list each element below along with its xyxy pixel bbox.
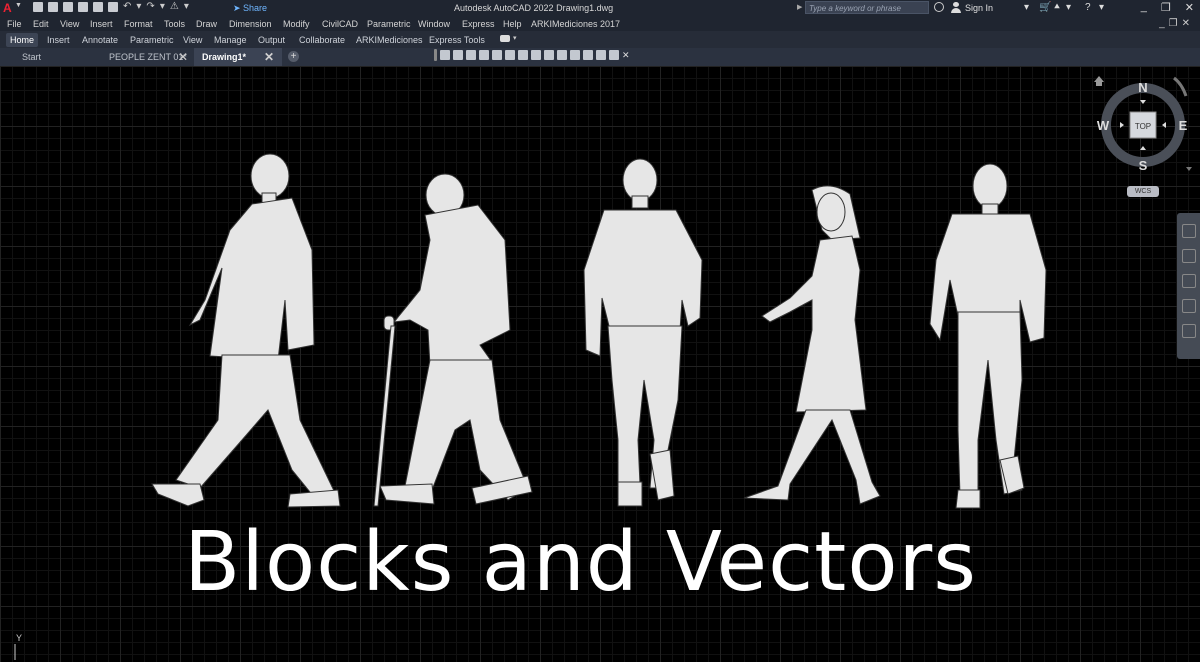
walking-woman-figure[interactable]	[743, 185, 881, 505]
man-in-suit-figure[interactable]	[929, 163, 1047, 509]
home-icon[interactable]	[1094, 76, 1104, 86]
compass-west[interactable]: W	[1097, 118, 1110, 133]
showmotion-icon[interactable]	[1181, 324, 1196, 338]
old-man-with-cane-figure[interactable]	[373, 173, 533, 507]
walking-man-figure[interactable]	[151, 153, 341, 508]
compass-east[interactable]: E	[1179, 118, 1188, 133]
arrow-left-icon[interactable]	[1120, 122, 1124, 128]
ucs-y-label: Y	[16, 633, 22, 643]
viewcube-menu-icon[interactable]	[1186, 167, 1192, 171]
canvas-headline: Blocks and Vectors	[184, 515, 977, 610]
rotate-icon[interactable]	[1173, 76, 1188, 97]
pan-icon[interactable]	[1181, 249, 1196, 263]
arrow-down-icon[interactable]	[1140, 146, 1146, 150]
young-man-figure[interactable]	[583, 158, 703, 507]
wcs-label: WCS	[1134, 188, 1152, 195]
arrow-up-icon[interactable]	[1140, 100, 1146, 104]
arrow-right-icon[interactable]	[1162, 122, 1166, 128]
viewcube-face-label: TOP	[1135, 122, 1151, 131]
compass-south[interactable]: S	[1139, 158, 1148, 173]
wcs-menu[interactable]: WCS	[1127, 186, 1159, 197]
zoom-extents-icon[interactable]	[1181, 274, 1196, 288]
viewcube[interactable]: TOP N S E W	[1092, 72, 1192, 202]
steering-wheel-icon[interactable]	[1181, 224, 1196, 238]
orbit-icon[interactable]	[1181, 299, 1196, 313]
compass-north[interactable]: N	[1138, 80, 1147, 95]
navigation-bar	[1177, 213, 1200, 359]
ucs-icon: Y	[14, 633, 22, 660]
